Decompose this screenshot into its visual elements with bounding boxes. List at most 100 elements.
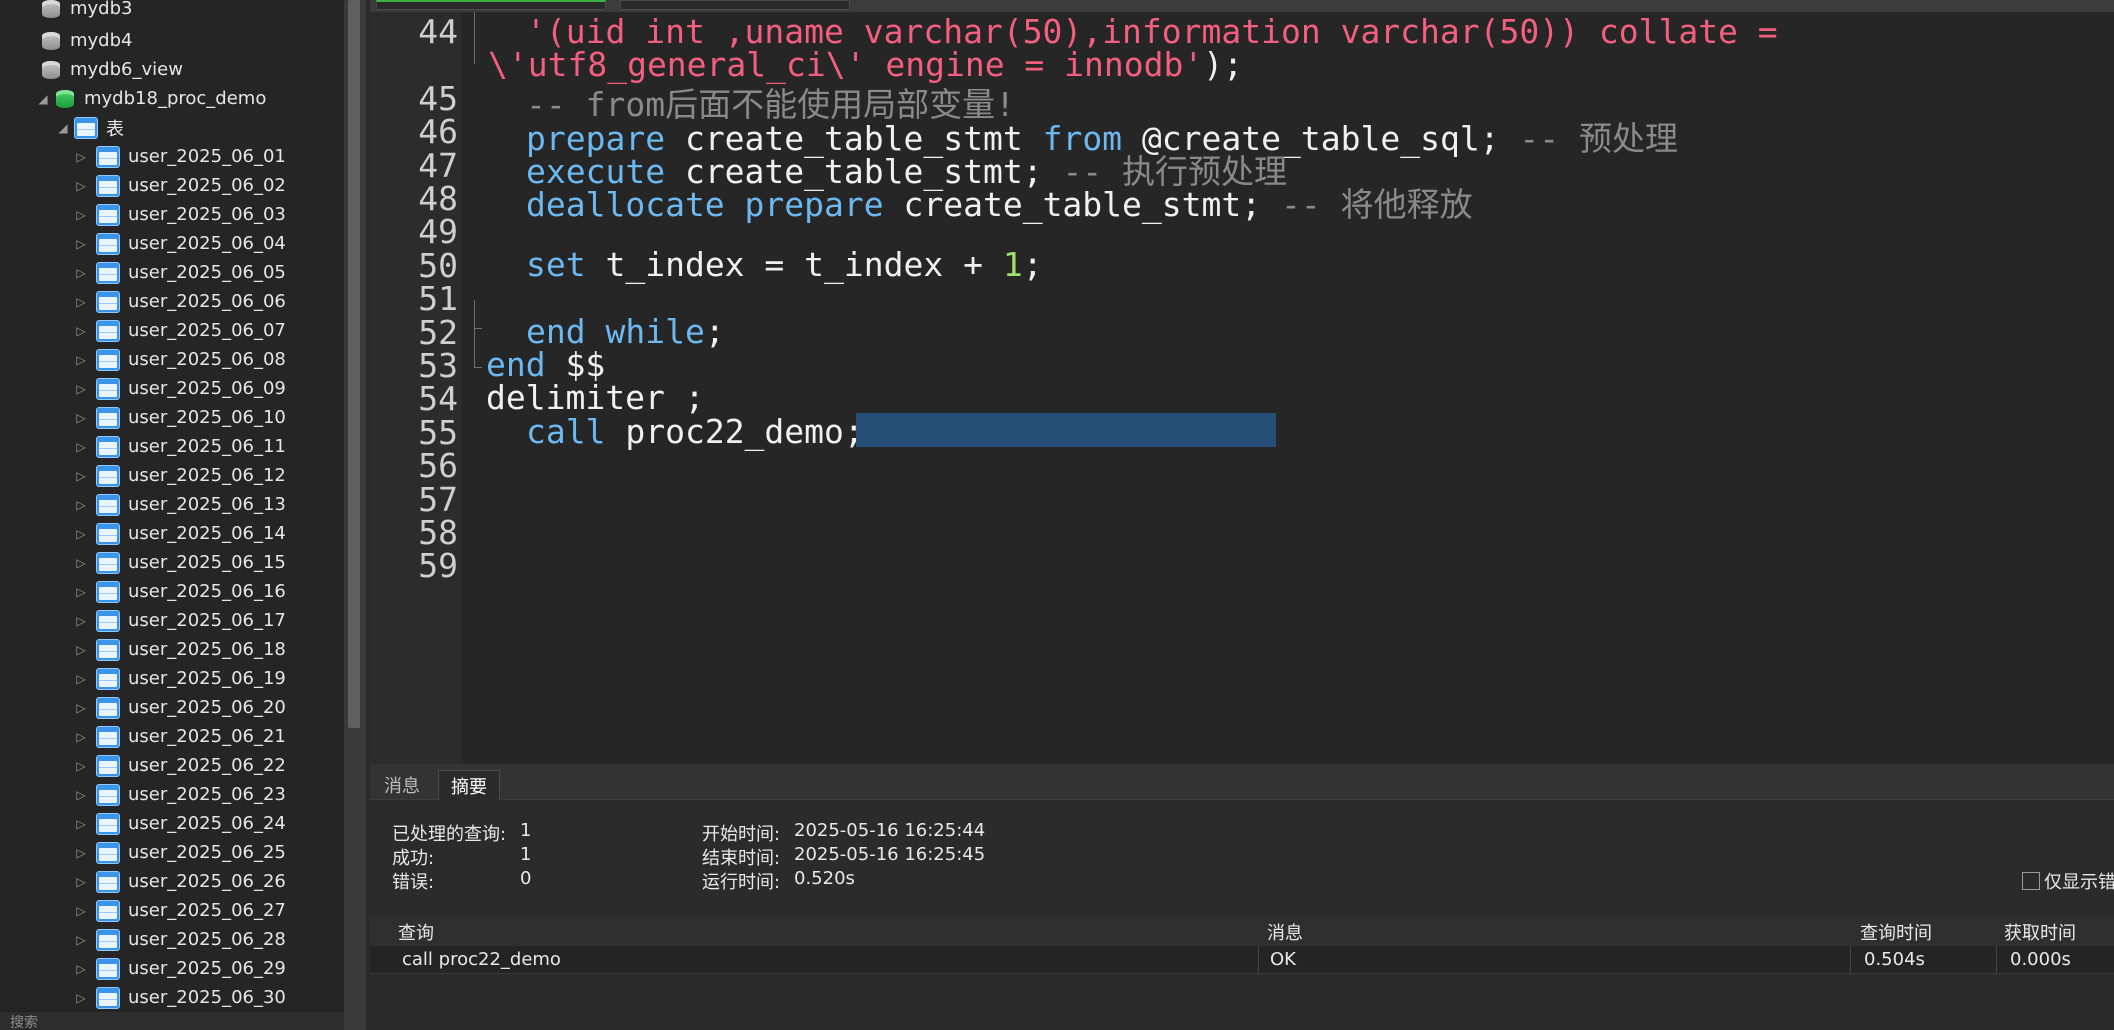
tree-folder-tables[interactable]: ◢ 表 — [56, 113, 124, 142]
sidebar-scrollbar-thumb[interactable] — [348, 0, 360, 728]
triangle-right-icon[interactable]: ▷ — [74, 237, 88, 251]
triangle-right-icon[interactable]: ▷ — [74, 759, 88, 773]
column-header-message[interactable]: 消息 — [1267, 917, 1303, 946]
tree-item-table[interactable]: ▷ user_2025_06_05 — [74, 258, 286, 287]
start-time-label: 开始时间: — [702, 824, 781, 845]
tree-item-table[interactable]: ▷ user_2025_06_29 — [74, 954, 286, 983]
triangle-right-icon[interactable]: ▷ — [74, 411, 88, 425]
tree-item-table[interactable]: ▷ user_2025_06_04 — [74, 229, 286, 258]
database-icon — [40, 30, 62, 52]
triangle-right-icon[interactable]: ▷ — [74, 701, 88, 715]
triangle-right-icon[interactable]: ▷ — [74, 585, 88, 599]
triangle-right-icon[interactable]: ▷ — [74, 991, 88, 1005]
tree-item-label: user_2025_06_22 — [128, 755, 286, 776]
tree-item-table[interactable]: ▷ user_2025_06_24 — [74, 809, 286, 838]
search-box[interactable]: 搜索 — [0, 1012, 344, 1030]
tree-item-table[interactable]: ▷ user_2025_06_17 — [74, 606, 286, 635]
column-header-fetch-time[interactable]: 获取时间 — [2004, 917, 2076, 946]
tree-item-table[interactable]: ▷ user_2025_06_06 — [74, 287, 286, 316]
tree-item-table[interactable]: ▷ user_2025_06_02 — [74, 171, 286, 200]
triangle-right-icon[interactable]: ▷ — [74, 614, 88, 628]
triangle-right-icon[interactable]: ▷ — [74, 498, 88, 512]
tree-item-table[interactable]: ▷ user_2025_06_28 — [74, 925, 286, 954]
triangle-right-icon[interactable]: ▷ — [74, 672, 88, 686]
tree-item-label: mydb18_proc_demo — [84, 88, 267, 109]
tree-item-mydb6-view[interactable]: mydb6_view — [40, 55, 183, 84]
triangle-right-icon[interactable]: ▷ — [74, 208, 88, 222]
checkbox-label: 仅显示错 — [2044, 872, 2114, 893]
checkbox-box[interactable] — [2022, 872, 2040, 890]
editor-tab[interactable] — [620, 0, 850, 10]
tree-item-table[interactable]: ▷ user_2025_06_10 — [74, 403, 286, 432]
tree-item-table[interactable]: ▷ user_2025_06_22 — [74, 751, 286, 780]
tree-item-table[interactable]: ▷ user_2025_06_21 — [74, 722, 286, 751]
column-header-query[interactable]: 查询 — [398, 917, 434, 946]
tree-item-table[interactable]: ▷ user_2025_06_18 — [74, 635, 286, 664]
sql-editor[interactable]: 44 45 46 47 48 49 50 51 52 53 54 55 56 57 58 59 '(uid i… — [370, 0, 2114, 764]
tree-item-table[interactable]: ▷ user_2025_06_09 — [74, 374, 286, 403]
line-number: 44 — [418, 12, 458, 51]
editor-tab-bar — [370, 0, 2114, 12]
tree-item-table[interactable]: ▷ user_2025_06_16 — [74, 577, 286, 606]
triangle-right-icon[interactable]: ▷ — [74, 324, 88, 338]
tree-item-table[interactable]: ▷ user_2025_06_12 — [74, 461, 286, 490]
tree-item-table[interactable]: ▷ user_2025_06_23 — [74, 780, 286, 809]
tree-item-label: user_2025_06_14 — [128, 523, 286, 544]
database-icon — [54, 88, 76, 110]
triangle-right-icon[interactable]: ▷ — [74, 527, 88, 541]
triangle-right-icon[interactable]: ▷ — [74, 440, 88, 454]
code-line-48: deallocate prepare create_table_stmt; --… — [526, 178, 1473, 226]
tree-item-table[interactable]: ▷ user_2025_06_01 — [74, 142, 286, 171]
tree-item-label: user_2025_06_17 — [128, 610, 286, 631]
tree-item-table[interactable]: ▷ user_2025_06_11 — [74, 432, 286, 461]
table-row[interactable]: call proc22_demo OK 0.504s 0.000s — [370, 946, 2114, 974]
tree-item-table[interactable]: ▷ user_2025_06_25 — [74, 838, 286, 867]
tree-item-mydb4[interactable]: mydb4 — [40, 26, 133, 55]
editor-tab[interactable] — [376, 0, 606, 10]
table-icon — [96, 464, 120, 487]
tree-item-table[interactable]: ▷ user_2025_06_20 — [74, 693, 286, 722]
tree-item-table[interactable]: ▷ user_2025_06_08 — [74, 345, 286, 374]
tree-item-table[interactable]: ▷ user_2025_06_30 — [74, 983, 286, 1012]
triangle-right-icon[interactable]: ▷ — [74, 962, 88, 976]
triangle-right-icon[interactable]: ▷ — [74, 933, 88, 947]
tree-item-table[interactable]: ▷ user_2025_06_13 — [74, 490, 286, 519]
triangle-right-icon[interactable]: ▷ — [74, 353, 88, 367]
tree-item-table[interactable]: ▷ user_2025_06_14 — [74, 519, 286, 548]
tree-item-table[interactable]: ▷ user_2025_06_07 — [74, 316, 286, 345]
triangle-right-icon[interactable]: ▷ — [74, 179, 88, 193]
tree-item-mydb18-proc-demo[interactable]: ◢ mydb18_proc_demo — [36, 84, 266, 113]
tree-item-table[interactable]: ▷ user_2025_06_26 — [74, 867, 286, 896]
triangle-right-icon[interactable]: ▷ — [74, 875, 88, 889]
triangle-right-icon[interactable]: ▷ — [74, 295, 88, 309]
object-tree[interactable]: mydb3 mydb4 mydb6_view ◢ mydb18_proc_dem… — [0, 0, 344, 1030]
triangle-right-icon[interactable]: ▷ — [74, 556, 88, 570]
tab-messages[interactable]: 消息 — [372, 770, 432, 800]
tree-item-table[interactable]: ▷ user_2025_06_19 — [74, 664, 286, 693]
tab-summary[interactable]: 摘要 — [438, 770, 500, 800]
column-header-query-time[interactable]: 查询时间 — [1860, 917, 1932, 946]
triangle-down-icon[interactable]: ◢ — [36, 92, 50, 106]
tree-item-table[interactable]: ▷ user_2025_06_15 — [74, 548, 286, 577]
database-icon — [40, 0, 62, 20]
triangle-right-icon[interactable]: ▷ — [74, 266, 88, 280]
triangle-right-icon[interactable]: ▷ — [74, 469, 88, 483]
tree-item-label: user_2025_06_25 — [128, 842, 286, 863]
triangle-right-icon[interactable]: ▷ — [74, 846, 88, 860]
triangle-right-icon[interactable]: ▷ — [74, 904, 88, 918]
triangle-right-icon[interactable]: ▷ — [74, 817, 88, 831]
table-icon — [96, 986, 120, 1009]
triangle-right-icon[interactable]: ▷ — [74, 643, 88, 657]
triangle-right-icon[interactable]: ▷ — [74, 382, 88, 396]
triangle-right-icon[interactable]: ▷ — [74, 788, 88, 802]
tree-item-table[interactable]: ▷ user_2025_06_03 — [74, 200, 286, 229]
tree-item-label: user_2025_06_03 — [128, 204, 286, 225]
tree-item-table[interactable]: ▷ user_2025_06_27 — [74, 896, 286, 925]
triangle-down-icon[interactable]: ◢ — [56, 121, 70, 135]
processed-queries-label: 已处理的查询: — [392, 824, 507, 845]
code-text: ; — [1022, 245, 1043, 284]
triangle-right-icon[interactable]: ▷ — [74, 730, 88, 744]
tree-item-mydb3[interactable]: mydb3 — [40, 0, 133, 23]
triangle-right-icon[interactable]: ▷ — [74, 150, 88, 164]
only-errors-checkbox[interactable]: 仅显示错 — [2022, 868, 2114, 894]
